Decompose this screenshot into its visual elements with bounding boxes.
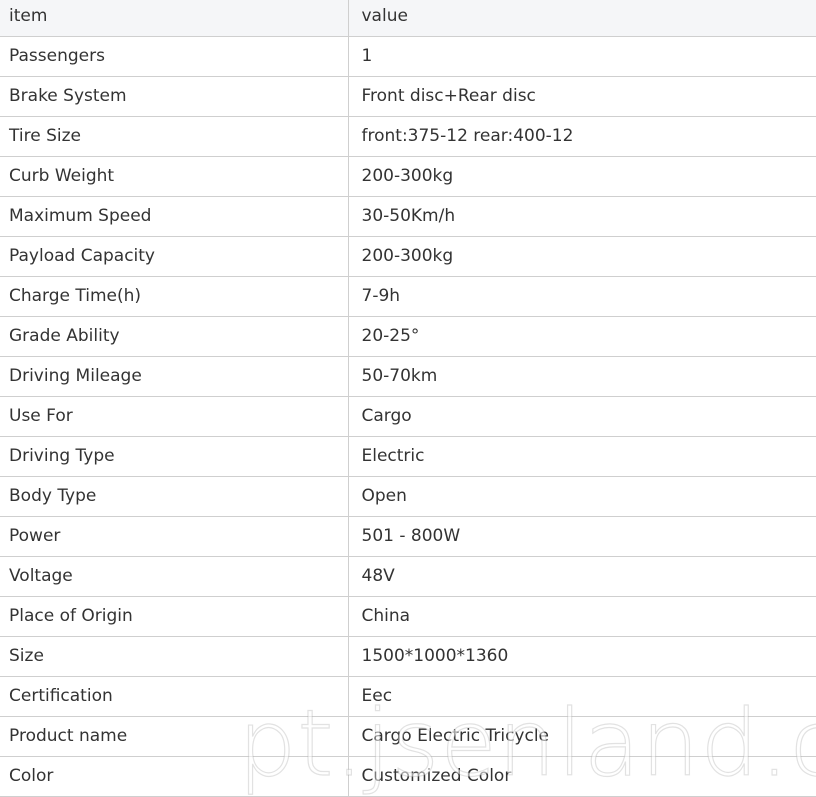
table-row: Power 501 - 800W xyxy=(0,516,816,557)
row-value: 1500*1000*1360 xyxy=(348,636,816,677)
row-value: 7-9h xyxy=(348,276,816,317)
table-row: Voltage 48V xyxy=(0,556,816,597)
row-item: Grade Ability xyxy=(0,316,349,357)
row-item: Certification xyxy=(0,676,349,717)
row-value: 501 - 800W xyxy=(348,516,816,557)
row-value: China xyxy=(348,596,816,637)
row-value: Electric xyxy=(348,436,816,477)
row-item: Driving Mileage xyxy=(0,356,349,397)
row-value: 50-70km xyxy=(348,356,816,397)
row-value: 20-25° xyxy=(348,316,816,357)
row-value: 200-300kg xyxy=(348,156,816,197)
row-value: Front disc+Rear disc xyxy=(348,76,816,117)
table-header-row: item value xyxy=(0,0,816,37)
row-item: Tire Size xyxy=(0,116,349,157)
row-item: Driving Type xyxy=(0,436,349,477)
row-item: Payload Capacity xyxy=(0,236,349,277)
row-value: Open xyxy=(348,476,816,517)
row-value: Eec xyxy=(348,676,816,717)
row-value: Customized Color xyxy=(348,756,816,797)
row-item: Power xyxy=(0,516,349,557)
row-value: 30-50Km/h xyxy=(348,196,816,237)
row-value: 1 xyxy=(348,36,816,77)
row-item: Body Type xyxy=(0,476,349,517)
row-item: Size xyxy=(0,636,349,677)
table-row: Color Customized Color xyxy=(0,756,816,797)
table-row: Maximum Speed 30-50Km/h xyxy=(0,196,816,237)
row-item: Voltage xyxy=(0,556,349,597)
table-row: Brake System Front disc+Rear disc xyxy=(0,76,816,117)
row-item: Passengers xyxy=(0,36,349,77)
row-item: Product name xyxy=(0,716,349,757)
table-row: Place of Origin China xyxy=(0,596,816,637)
row-item: Place of Origin xyxy=(0,596,349,637)
table-row: Driving Type Electric xyxy=(0,436,816,477)
table-row: Charge Time(h) 7-9h xyxy=(0,276,816,317)
table-row: Certification Eec xyxy=(0,676,816,717)
row-item: Color xyxy=(0,756,349,797)
header-value: value xyxy=(348,0,816,37)
row-value: Cargo Electric Tricycle xyxy=(348,716,816,757)
row-item: Brake System xyxy=(0,76,349,117)
table-row: Tire Size front:375-12 rear:400-12 xyxy=(0,116,816,157)
row-value: 48V xyxy=(348,556,816,597)
row-item: Curb Weight xyxy=(0,156,349,197)
table-row: Curb Weight 200-300kg xyxy=(0,156,816,197)
table-row: Payload Capacity 200-300kg xyxy=(0,236,816,277)
row-item: Charge Time(h) xyxy=(0,276,349,317)
row-value: 200-300kg xyxy=(348,236,816,277)
table-row: Passengers 1 xyxy=(0,36,816,77)
header-item: item xyxy=(0,0,349,37)
row-item: Use For xyxy=(0,396,349,437)
table-row: Body Type Open xyxy=(0,476,816,517)
row-item: Maximum Speed xyxy=(0,196,349,237)
table-row: Grade Ability 20-25° xyxy=(0,316,816,357)
table-row: Driving Mileage 50-70km xyxy=(0,356,816,397)
table-row: Use For Cargo xyxy=(0,396,816,437)
row-value: Cargo xyxy=(348,396,816,437)
table-row: Product name Cargo Electric Tricycle xyxy=(0,716,816,757)
row-value: front:375-12 rear:400-12 xyxy=(348,116,816,157)
table-row: Size 1500*1000*1360 xyxy=(0,636,816,677)
spec-table: item value Passengers 1 Brake System Front… xyxy=(0,0,816,797)
